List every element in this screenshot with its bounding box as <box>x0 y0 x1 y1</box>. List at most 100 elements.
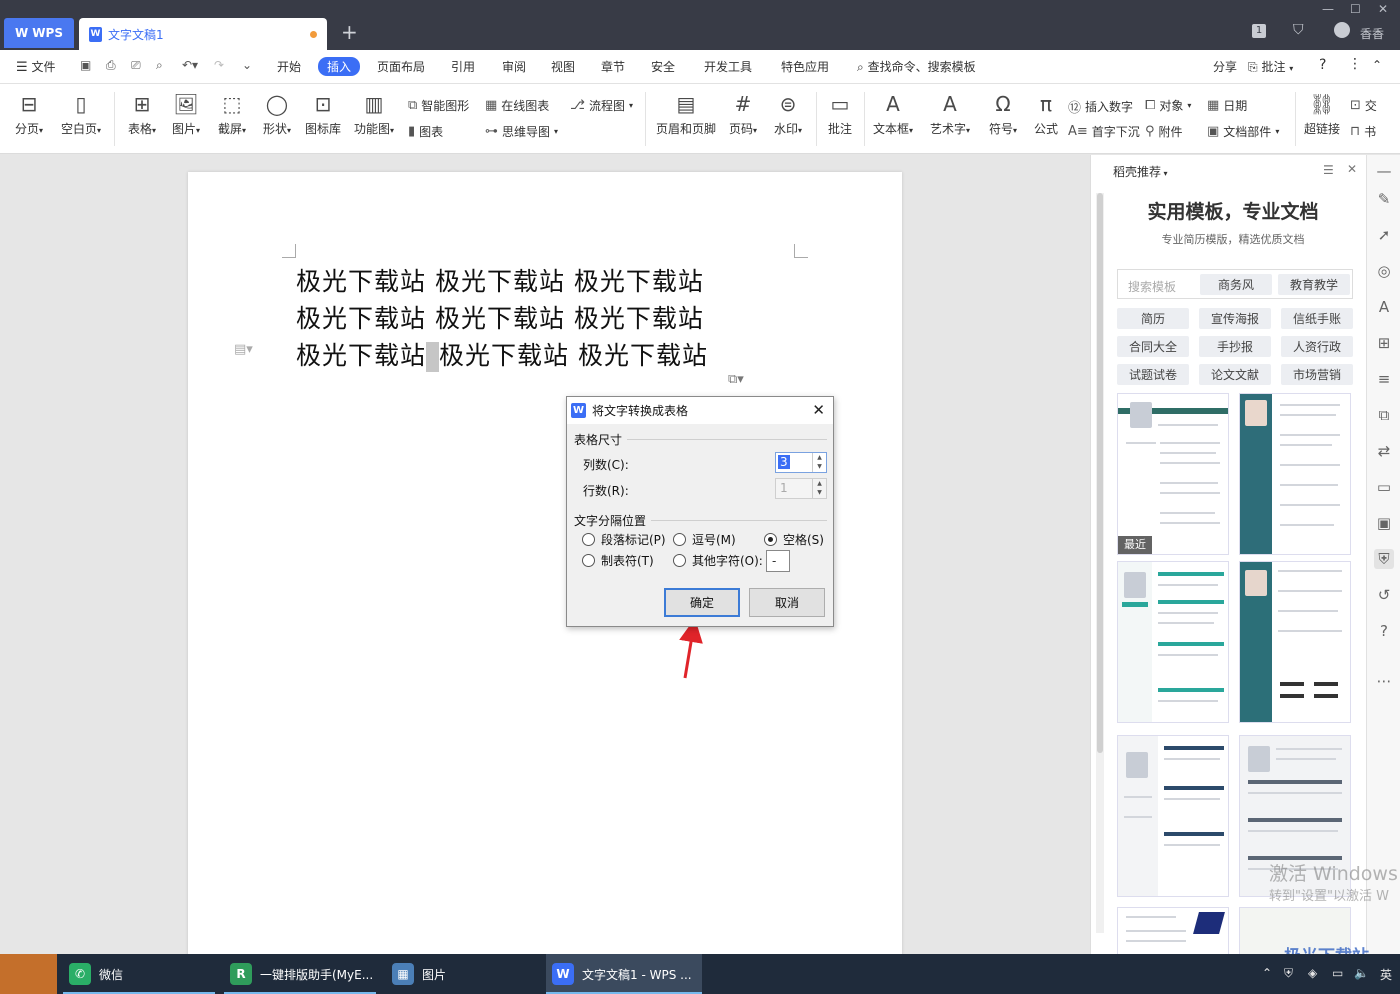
skin-shirt-icon[interactable]: ⛉ <box>1293 22 1304 38</box>
print-icon[interactable]: ⎚ <box>131 58 141 73</box>
mindmap-button[interactable]: ⊶ 思维导图 ▾ <box>485 123 558 140</box>
more-horizontal-icon[interactable]: ⋯ <box>1374 671 1394 691</box>
attachment-button[interactable]: ⚲ 附件 <box>1145 123 1183 140</box>
menu-view[interactable]: 视图 <box>551 58 575 75</box>
gallery-icon[interactable]: ⧉ <box>1374 405 1394 425</box>
art-text-icon[interactable]: A <box>1374 297 1394 317</box>
tag-business[interactable]: 商务风 <box>1200 274 1272 295</box>
blank-page-button[interactable]: ▯ 空白页▾ <box>56 92 106 137</box>
taskbar-item-layout-helper[interactable]: R 一键排版助手(MyE... <box>224 954 376 994</box>
insert-number-button[interactable]: ⑫ 插入数字 <box>1068 97 1133 116</box>
formula-button[interactable]: π 公式 <box>1030 92 1062 137</box>
close-icon[interactable]: ✕ <box>812 401 825 419</box>
template-shield-icon[interactable]: ⛨ <box>1374 549 1394 569</box>
command-search[interactable]: ⌕ 查找命令、搜索模板 <box>857 58 976 75</box>
quick-access-chevron-icon[interactable]: ⌄ <box>242 58 252 72</box>
wps-home-tab[interactable]: W WPS <box>4 18 74 48</box>
collapse-ribbon-icon[interactable]: ⌃ <box>1372 58 1382 72</box>
more-vertical-icon[interactable]: ⋮ <box>1348 56 1362 72</box>
menu-dev-tools[interactable]: 开发工具 <box>704 58 752 75</box>
ime-indicator[interactable]: 英 <box>1380 966 1392 983</box>
table-button[interactable]: ⊞ 表格▾ <box>122 92 162 137</box>
help-circle-icon[interactable]: ? <box>1374 621 1394 641</box>
crossref-button[interactable]: ⊡ 交 <box>1350 97 1377 114</box>
category-chip[interactable]: 论文文献 <box>1199 364 1271 385</box>
network-icon[interactable]: ▭ <box>1332 966 1343 980</box>
icon-library-button[interactable]: ⊡ 图标库 <box>301 92 345 137</box>
hyperlink-button[interactable]: ⛓ 超链接 <box>1301 92 1343 137</box>
collapse-panel-icon[interactable]: — <box>1374 161 1394 181</box>
template-thumbnail[interactable] <box>1117 735 1229 897</box>
radio-circle-selected[interactable] <box>764 533 777 546</box>
table-icon[interactable]: ⊞ <box>1374 333 1394 353</box>
tray-chevron-icon[interactable]: ⌃ <box>1262 966 1272 980</box>
translate-icon[interactable]: ⇄ <box>1374 441 1394 461</box>
spinner-arrows-icon[interactable]: ▲ ▼ <box>812 453 826 472</box>
taskbar-item-pictures[interactable]: ▦ 图片 <box>386 954 538 994</box>
radio-comma[interactable]: 逗号(M) <box>673 531 736 548</box>
menu-review[interactable]: 审阅 <box>502 58 526 75</box>
watermark-button[interactable]: ⊜ 水印▾ <box>768 92 808 137</box>
panel-menu-icon[interactable]: ☰ <box>1323 163 1334 177</box>
function-chart-button[interactable]: ▥ 功能图▾ <box>349 92 399 137</box>
category-chip[interactable]: 人资行政 <box>1281 336 1353 357</box>
category-chip[interactable]: 手抄报 <box>1199 336 1271 357</box>
history-icon[interactable]: ↺ <box>1374 585 1394 605</box>
textbox-button[interactable]: A 文本框▾ <box>870 92 916 137</box>
page-number-button[interactable]: # 页码▾ <box>724 92 762 137</box>
symbol-button[interactable]: Ω 符号▾ <box>984 92 1022 137</box>
drop-cap-button[interactable]: A≡ 首字下沉 <box>1068 123 1140 140</box>
category-chip[interactable]: 简历 <box>1117 308 1189 329</box>
art-text-button[interactable]: A 艺术字▾ <box>926 92 974 137</box>
template-thumbnail[interactable] <box>1239 393 1351 555</box>
radio-tab[interactable]: 制表符(T) <box>582 552 654 569</box>
template-thumbnail[interactable] <box>1117 561 1229 723</box>
template-thumbnail[interactable] <box>1239 561 1351 723</box>
pointer-icon[interactable]: ➚ <box>1374 225 1394 245</box>
radio-space[interactable]: 空格(S) <box>764 531 824 548</box>
undo-icon[interactable]: ↶▾ <box>182 58 198 72</box>
category-chip[interactable]: 宣传海报 <box>1199 308 1271 329</box>
avatar[interactable] <box>1334 22 1350 38</box>
help-icon[interactable]: ? <box>1319 57 1326 73</box>
columns-spinner[interactable]: 3 ▲ ▼ <box>775 452 827 473</box>
radio-circle[interactable] <box>673 554 686 567</box>
shapes-icon[interactable]: ◎ <box>1374 261 1394 281</box>
menu-special[interactable]: 特色应用 <box>781 58 829 75</box>
category-chip[interactable]: 信纸手账 <box>1281 308 1353 329</box>
archive-icon[interactable]: ▭ <box>1374 477 1394 497</box>
document-tab[interactable]: W 文字文稿1 <box>79 18 327 50</box>
minimize-icon[interactable]: — <box>1322 2 1334 16</box>
header-footer-button[interactable]: ▤ 页眉和页脚 <box>653 92 719 137</box>
insert-comment-button[interactable]: ▭ 批注 <box>822 92 858 137</box>
category-chip[interactable]: 试题试卷 <box>1117 364 1189 385</box>
doc-parts-button[interactable]: ▣ 文档部件 ▾ <box>1207 123 1279 140</box>
settings-sliders-icon[interactable]: ≡ <box>1374 369 1394 389</box>
other-char-input[interactable]: - <box>766 550 790 572</box>
taskbar-item-wechat[interactable]: ✆ 微信 <box>63 954 215 994</box>
object-button[interactable]: ⧠ 对象 ▾ <box>1145 97 1191 114</box>
template-thumbnail[interactable]: 最近 <box>1117 393 1229 555</box>
radio-circle[interactable] <box>582 554 595 567</box>
smart-shape-button[interactable]: ⧉ 智能图形 <box>408 97 469 114</box>
radio-paragraph[interactable]: 段落标记(P) <box>582 531 666 548</box>
menu-insert[interactable]: 插入 <box>318 57 361 76</box>
maximize-icon[interactable]: ☐ <box>1350 2 1361 16</box>
security-shield-icon[interactable]: ⛨ <box>1284 966 1293 981</box>
bookmark-button[interactable]: ⊓ 书 <box>1350 123 1376 140</box>
page-count-badge[interactable]: 1 <box>1252 24 1266 38</box>
redo-icon[interactable]: ↷ <box>214 58 224 72</box>
flowchart-button[interactable]: ⎇ 流程图 ▾ <box>570 97 633 114</box>
category-chip[interactable]: 合同大全 <box>1117 336 1189 357</box>
page-break-button[interactable]: ⊟ 分页▾ <box>10 92 48 137</box>
menu-start[interactable]: 开始 <box>277 58 301 75</box>
menu-chapter[interactable]: 章节 <box>601 58 625 75</box>
columns-value[interactable]: 3 <box>778 455 790 469</box>
menu-reference[interactable]: 引用 <box>451 58 475 75</box>
panel-close-icon[interactable]: ✕ <box>1347 162 1357 176</box>
menu-page-layout[interactable]: 页面布局 <box>377 58 425 75</box>
ok-button[interactable]: 确定 <box>664 588 740 617</box>
radio-circle[interactable] <box>582 533 595 546</box>
panel-scrollbar[interactable] <box>1096 193 1104 933</box>
template-search-input[interactable]: 搜索模板 <box>1128 278 1176 295</box>
